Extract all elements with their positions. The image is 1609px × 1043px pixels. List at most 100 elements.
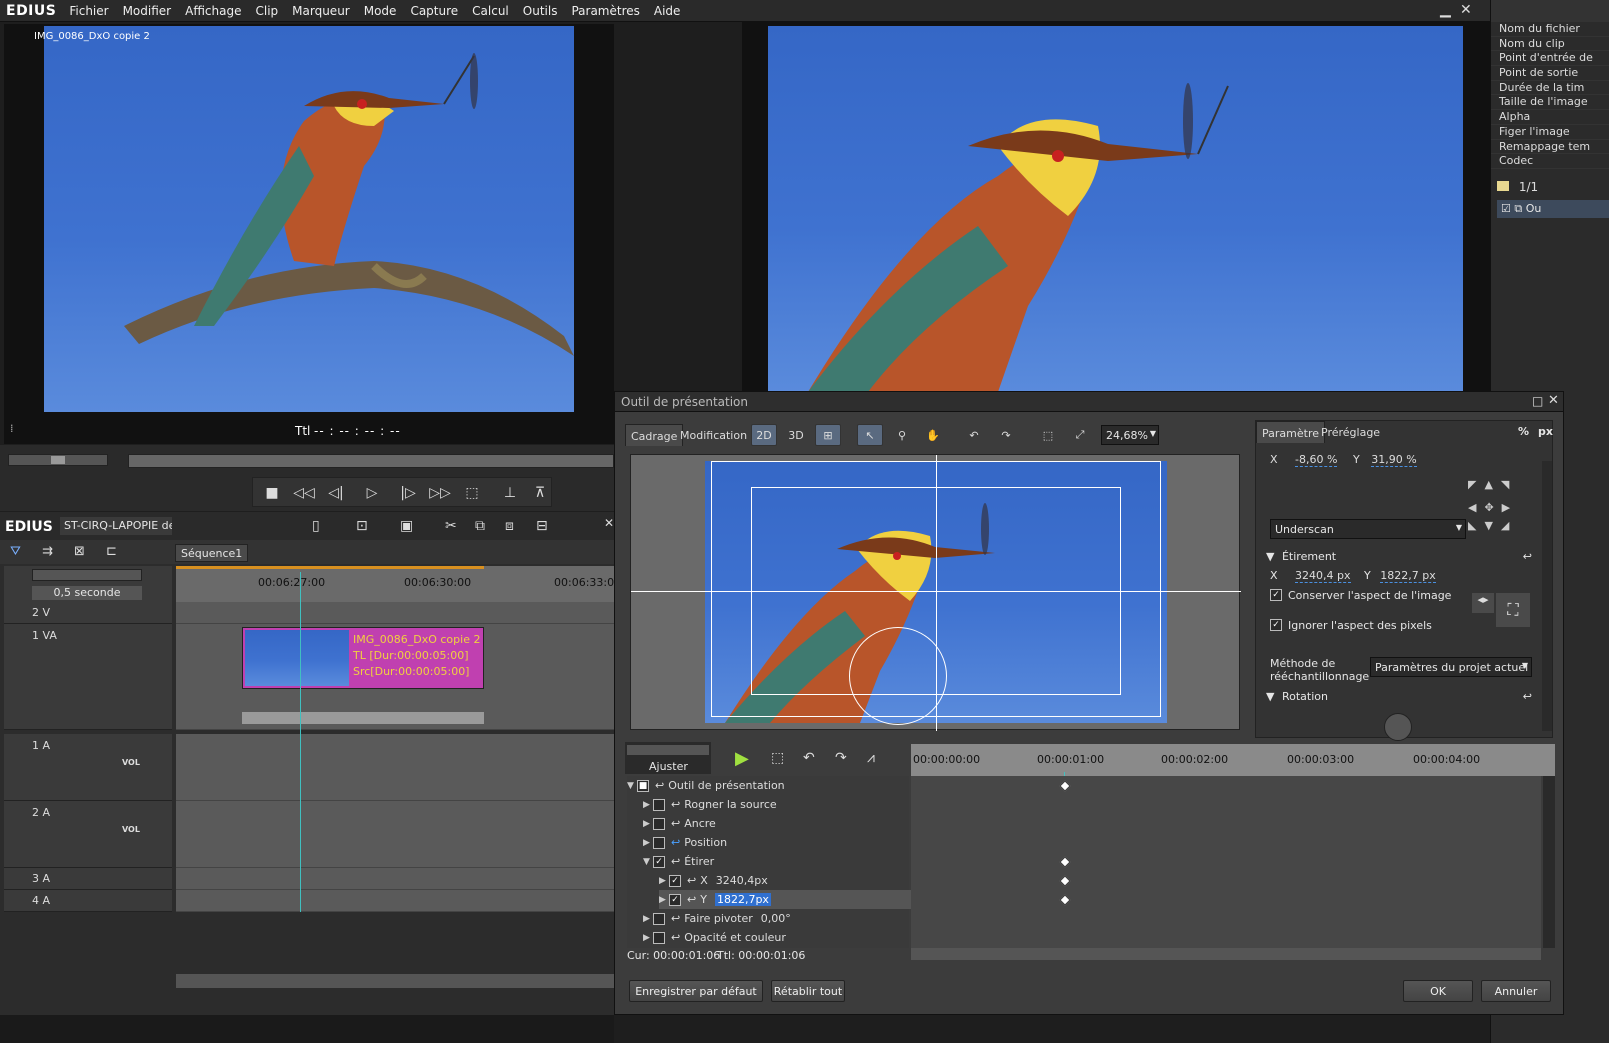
stretch-x-value[interactable]: 3240,4 px (1295, 569, 1351, 583)
track-lane-1va[interactable]: IMG_0086_DxO copie 2 TL [Dur:00:00:05:00… (176, 624, 614, 730)
undo-icon[interactable]: ↶ (961, 424, 987, 446)
redo-icon[interactable]: ↷ (835, 750, 847, 766)
play-icon[interactable]: ▶ (735, 748, 749, 769)
fullscreen-icon[interactable]: ⛶ (1496, 593, 1530, 627)
kf-checkbox[interactable] (653, 931, 665, 944)
rotation-section[interactable]: ▼ Rotation ↩ (1266, 690, 1536, 703)
ok-button[interactable]: OK (1403, 980, 1473, 1002)
reset-icon[interactable]: ↩ (671, 817, 680, 830)
menu-fichier[interactable]: Fichier (62, 4, 115, 18)
track-header-3a[interactable]: 3 A (4, 868, 172, 890)
kf-row-rotate[interactable]: ▶ ↩ Faire pivoter 0,00° (643, 909, 923, 928)
pos-x-value[interactable]: -8,60 % (1295, 453, 1338, 467)
reset-icon[interactable]: ↩ (671, 855, 680, 868)
tab-modification[interactable]: Modification (675, 424, 752, 446)
dialog-close-icon[interactable]: ✕ (1548, 393, 1559, 408)
prop-row[interactable]: Nom du clip (1491, 37, 1609, 52)
keyframe-marker[interactable] (1059, 780, 1071, 792)
menu-capture[interactable]: Capture (403, 4, 465, 18)
prop-row[interactable]: Taille de l'image (1491, 95, 1609, 111)
timeline-scrollbar[interactable] (176, 974, 614, 988)
reset-icon[interactable]: ↩ (687, 874, 696, 887)
kf-hscrollbar[interactable] (911, 948, 1541, 960)
keyframe-marker[interactable] (1059, 875, 1071, 887)
align-arrows-icon[interactable]: ◤▲◥ ◀✥▶ (1468, 473, 1518, 519)
align-bottom-arrows-icon[interactable]: ◣▼◢ (1468, 519, 1517, 532)
cut-icon[interactable]: ✂ (445, 518, 457, 534)
effect-item[interactable]: ☑ ⧉ Ou (1497, 200, 1609, 218)
kf-row-stretch-x[interactable]: ▶ ✓ ↩ X 3240,4px (659, 871, 939, 890)
underscan-select[interactable]: Underscan ▼ (1270, 519, 1466, 539)
hand-tool-icon[interactable]: ✋ (920, 424, 946, 446)
kf-checkbox[interactable] (653, 798, 665, 811)
zoom-select[interactable]: 24,68% ▼ (1101, 425, 1159, 445)
zoom-slider[interactable] (32, 569, 142, 581)
kf-row-layouter[interactable]: ▼ ■ ↩ Outil de présentation (627, 776, 907, 795)
play-icon[interactable]: ▷ (357, 481, 387, 505)
ripple-icon[interactable]: ⇉ (42, 544, 53, 559)
prop-row[interactable]: Point de sortie (1491, 66, 1609, 81)
layout-preview[interactable] (630, 454, 1241, 731)
fit-label[interactable]: Ajuster (649, 760, 688, 773)
track-lane-3a[interactable] (176, 868, 614, 890)
kf-scrollbar[interactable] (1543, 776, 1555, 948)
playhead-line[interactable] (300, 572, 301, 912)
stretch-section[interactable]: ▼ Étirement ↩ (1266, 550, 1536, 563)
prop-row[interactable]: Point d'entrée de (1491, 51, 1609, 67)
track-header-4a[interactable]: 4 A (4, 890, 172, 912)
scale-select[interactable]: 0,5 seconde (32, 586, 142, 600)
track-lane-2a[interactable] (176, 801, 614, 868)
fast-forward-icon[interactable]: ▷▷ (425, 481, 455, 505)
rotation-handle[interactable] (849, 627, 947, 725)
safe-area-icon[interactable]: ⬚ (1035, 424, 1061, 446)
overwrite-icon[interactable]: ⊼ (525, 481, 555, 505)
keep-aspect-checkbox[interactable]: ✓ (1270, 589, 1282, 601)
paste-icon[interactable]: ⧈ (505, 518, 514, 534)
replace-icon[interactable]: ⊟ (536, 518, 548, 534)
reset-icon[interactable]: ↩ (671, 798, 680, 811)
track-header-1a[interactable]: 1 A VOL (4, 734, 172, 801)
reset-all-button[interactable]: Rétablir tout (771, 980, 845, 1002)
reset-icon[interactable]: ↩ (1523, 550, 1532, 563)
reset-icon[interactable]: ↩ (655, 779, 664, 792)
kf-checkbox[interactable]: ✓ (669, 874, 681, 887)
kf-checkbox[interactable]: ✓ (653, 855, 665, 868)
track-header-1va[interactable]: 1 VA (4, 624, 172, 730)
kf-ruler[interactable]: 00:00:00:00 00:00:01:00 00:00:02:00 00:0… (911, 744, 1555, 776)
swap-icon[interactable]: ◂▸ (1472, 593, 1494, 613)
tab-preglage[interactable]: Préréglage (1316, 421, 1385, 443)
sequence-tab[interactable]: Séquence1 (175, 544, 249, 562)
shuttle-slider[interactable] (8, 454, 108, 466)
menu-calcul[interactable]: Calcul (465, 4, 516, 18)
kf-zoom-slider[interactable] (627, 745, 709, 755)
kf-checkbox[interactable] (653, 836, 665, 849)
prop-row[interactable]: Alpha (1491, 110, 1609, 125)
params-scrollbar[interactable] (1542, 461, 1552, 731)
grip-icon[interactable]: ⁞ (10, 422, 14, 435)
select-tool-icon[interactable]: ↖ (857, 424, 883, 446)
menu-outils[interactable]: Outils (516, 4, 565, 18)
kf-checkbox[interactable] (653, 912, 665, 925)
loop-icon[interactable]: ⬚ (457, 481, 487, 505)
new-sequence-icon[interactable]: ▯ (312, 518, 320, 534)
reset-icon[interactable]: ↩ (687, 893, 696, 906)
3d-button[interactable]: 3D (783, 424, 809, 446)
kf-checkbox[interactable] (653, 817, 665, 830)
track-header-2a[interactable]: 2 A VOL (4, 801, 172, 868)
menu-modifier[interactable]: Modifier (116, 4, 179, 18)
undo-icon[interactable]: ↶ (803, 750, 815, 766)
menu-parametres[interactable]: Paramètres (564, 4, 646, 18)
kf-value[interactable]: 0,00° (761, 912, 791, 925)
cancel-button[interactable]: Annuler (1481, 980, 1551, 1002)
prop-row[interactable]: Nom du fichier (1491, 22, 1609, 37)
kf-row-stretch-y[interactable]: ▶ ✓ ↩ Y 1822,7px (659, 890, 939, 909)
prop-row[interactable]: Remappage tem (1491, 140, 1609, 155)
rewind-icon[interactable]: ◁◁ (289, 481, 319, 505)
link-icon[interactable]: ⊏ (106, 544, 117, 559)
pos-y-value[interactable]: 31,90 % (1371, 453, 1417, 467)
resample-select[interactable]: Paramètres du projet actuel ▼ (1370, 657, 1532, 677)
unit-px[interactable]: px (1538, 425, 1553, 438)
keyframe-marker[interactable] (1059, 856, 1071, 868)
save-icon[interactable]: ▣ (400, 518, 413, 534)
track-lane-1a[interactable] (176, 734, 614, 801)
